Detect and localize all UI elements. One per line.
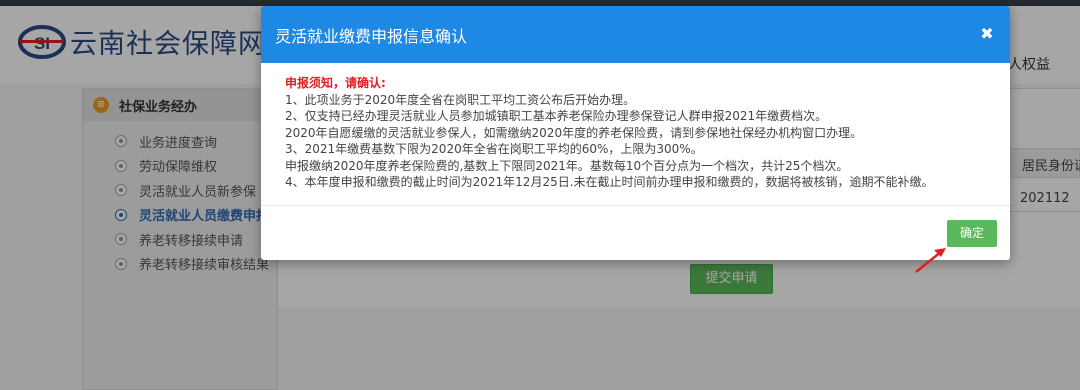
pointer-arrow-icon <box>915 248 946 273</box>
notice-line: 申报缴纳2020年度养老保险费的,基数上下限同2021年。基数每10个百分点为一… <box>285 158 849 173</box>
notice-title: 申报须知，请确认: <box>285 76 386 90</box>
dialog-header: 灵活就业缴费申报信息确认 ✖ <box>261 6 1010 63</box>
dialog-title: 灵活就业缴费申报信息确认 <box>275 26 468 46</box>
notice-line: 1、此项业务于2020年度全省在岗职工平均工资公布后开始办理。 <box>285 92 636 107</box>
notice-line: 2020年自愿缓缴的灵活就业参保人，如需缴纳2020年度的养老保险费，请到参保地… <box>285 125 863 140</box>
confirm-button[interactable]: 确定 <box>947 220 997 247</box>
notice-line: 2、仅支持已经办理灵活就业人员参加城镇职工基本养老保险办理参保登记人群申报202… <box>285 109 828 123</box>
confirm-dialog: 灵活就业缴费申报信息确认 ✖ 申报须知，请确认: 1、此项业务于2020年度全省… <box>261 6 1010 260</box>
close-icon[interactable]: ✖ <box>978 25 996 43</box>
notice-line: 4、本年度申报和缴费的截止时间为2021年12月25日.未在截止时间前办理申报和… <box>285 175 934 189</box>
dialog-footer: 确定 <box>261 205 1010 260</box>
notice-line: 3、2021年缴费基数下限为2020年全省在岗职工平均的60%，上限为300%。 <box>285 142 703 156</box>
dialog-body: 申报须知，请确认: 1、此项业务于2020年度全省在岗职工平均工资公布后开始办理… <box>261 63 1010 205</box>
